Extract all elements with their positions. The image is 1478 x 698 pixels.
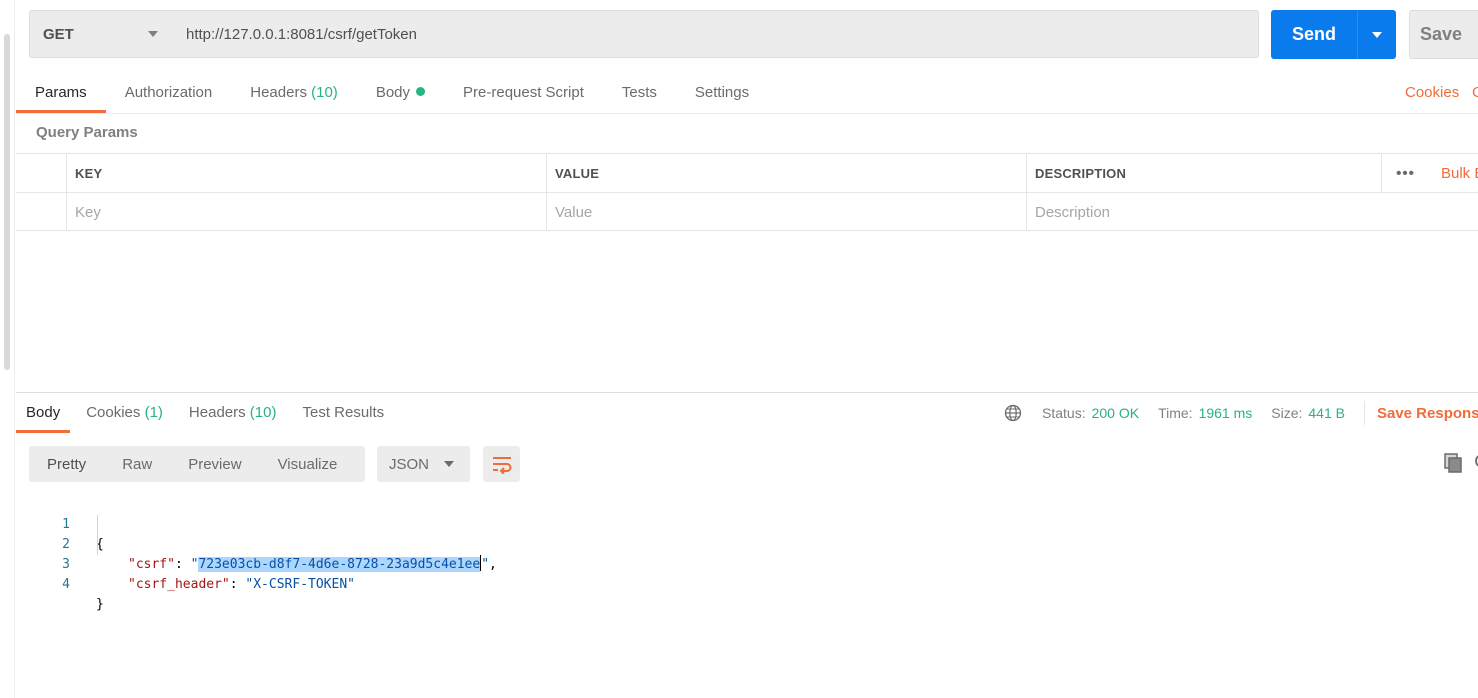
tab-label: Test Results xyxy=(302,404,385,421)
method-label: GET xyxy=(43,25,74,43)
pane-splitter[interactable] xyxy=(16,392,1478,393)
json-quote: " xyxy=(481,557,490,572)
url-text: http://127.0.0.1:8081/csrf/getToken xyxy=(186,25,417,43)
scrollbar-thumb[interactable] xyxy=(4,34,10,370)
tab-tests[interactable]: Tests xyxy=(603,78,676,113)
selected-json-value[interactable]: 723e03cb-d8f7-4d6e-8728-23a9d5c4e1ee xyxy=(198,557,481,572)
language-select[interactable]: JSON xyxy=(377,446,470,482)
key-input[interactable]: Key xyxy=(66,193,546,231)
status-key: Status: xyxy=(1042,405,1086,421)
tabs-divider xyxy=(16,113,1478,114)
column-key-header: KEY xyxy=(66,154,546,192)
response-body-editor[interactable]: 1 { 2 "csrf": "723e03cb-d8f7-4d6e-8728-2… xyxy=(16,495,497,612)
send-button[interactable]: Send xyxy=(1271,10,1396,59)
tab-label: Headers xyxy=(188,404,246,421)
send-dropdown-button[interactable] xyxy=(1358,31,1396,38)
sidebar-divider xyxy=(14,0,15,698)
time-value: 1961 ms xyxy=(1198,405,1253,421)
method-select[interactable]: GET xyxy=(29,10,173,58)
json-colon: : xyxy=(174,557,191,572)
language-label: JSON xyxy=(389,455,430,473)
url-input[interactable]: http://127.0.0.1:8081/csrf/getToken xyxy=(172,10,1259,58)
tab-label: Body xyxy=(375,84,411,101)
bulk-edit-link[interactable]: Bulk E xyxy=(1441,154,1478,192)
code-link[interactable]: C xyxy=(1472,84,1478,101)
tab-pre-request-script[interactable]: Pre-request Script xyxy=(444,78,603,113)
chevron-down-icon xyxy=(148,31,158,37)
size-key: Size: xyxy=(1271,405,1303,421)
response-tab-cookies[interactable]: Cookies (1) xyxy=(76,398,173,433)
tab-label: Authorization xyxy=(124,84,213,101)
format-visualize[interactable]: Visualize xyxy=(260,446,356,482)
tab-settings[interactable]: Settings xyxy=(676,78,768,113)
tab-label: Headers xyxy=(250,84,307,101)
save-label: Save xyxy=(1420,24,1463,44)
json-comma: , xyxy=(489,557,497,572)
table-header-row: KEY VALUE DESCRIPTION ••• Bulk E xyxy=(16,153,1478,192)
wrap-lines-icon xyxy=(492,457,511,474)
value-input[interactable]: Value xyxy=(546,193,1026,231)
code-line: 4 } xyxy=(16,555,104,612)
column-value-header: VALUE xyxy=(546,154,1026,192)
send-divider xyxy=(1357,10,1358,59)
code-line: 3 "csrf_header": "X-CSRF-TOKEN" xyxy=(16,535,355,592)
send-label: Send xyxy=(1291,24,1336,44)
code-text: "csrf": "723e03cb-d8f7-4d6e-8728-23a9d5c… xyxy=(128,555,497,575)
save-button[interactable]: Save xyxy=(1409,10,1478,59)
time-key: Time: xyxy=(1158,405,1193,421)
tab-label: Cookies xyxy=(86,404,141,421)
format-raw[interactable]: Raw xyxy=(104,446,170,482)
body-indicator-dot xyxy=(416,87,426,96)
response-tab-test-results[interactable]: Test Results xyxy=(292,398,394,433)
json-colon: : xyxy=(229,577,246,592)
json-key: "csrf_header" xyxy=(128,577,230,592)
cookies-count: (1) xyxy=(144,404,163,421)
copy-icon[interactable] xyxy=(1443,452,1465,474)
tab-label: Settings xyxy=(694,84,750,101)
table-row: Key Value Description xyxy=(16,192,1478,231)
json-key: "csrf" xyxy=(128,557,175,572)
format-preview[interactable]: Preview xyxy=(170,446,259,482)
indent-guide xyxy=(97,515,98,555)
cookies-link[interactable]: Cookies xyxy=(1405,84,1459,101)
line-number: 4 xyxy=(62,577,70,592)
response-status-bar: Status: 200 OK Time: 1961 ms Size: 441 B… xyxy=(1004,401,1478,425)
status-value: 200 OK xyxy=(1091,405,1140,421)
chevron-down-icon xyxy=(1372,31,1382,38)
tab-body[interactable]: Body xyxy=(357,78,444,113)
size-value: 441 B xyxy=(1308,405,1345,421)
tab-params[interactable]: Params xyxy=(16,78,106,113)
tab-authorization[interactable]: Authorization xyxy=(106,78,232,113)
query-params-table: KEY VALUE DESCRIPTION ••• Bulk E Key Val… xyxy=(16,153,1478,231)
tab-headers[interactable]: Headers (10) xyxy=(231,78,357,113)
search-icon[interactable] xyxy=(1474,452,1478,474)
response-tabs: Body Cookies (1) Headers (10) Test Resul… xyxy=(16,398,400,433)
request-tabs: Params Authorization Headers (10) Body P… xyxy=(16,78,768,113)
globe-icon[interactable] xyxy=(1004,404,1022,422)
format-pretty[interactable]: Pretty xyxy=(29,446,104,482)
headers-count: (10) xyxy=(311,84,338,101)
headers-count: (10) xyxy=(249,404,277,421)
more-options-button[interactable]: ••• xyxy=(1381,154,1429,192)
format-tabs: Pretty Raw Preview Visualize xyxy=(29,446,365,482)
code-line: 1 { xyxy=(16,495,104,552)
status-divider xyxy=(1363,401,1365,425)
code-text: "csrf_header": "X-CSRF-TOKEN" xyxy=(128,575,355,595)
tab-label: Params xyxy=(35,84,87,101)
tab-label: Pre-request Script xyxy=(463,84,584,101)
tab-label: Body xyxy=(26,404,61,421)
tab-label: Tests xyxy=(621,84,657,101)
query-params-title: Query Params xyxy=(36,124,138,141)
save-response-button[interactable]: Save Response xyxy=(1377,405,1478,422)
response-tab-body[interactable]: Body xyxy=(16,398,71,433)
chevron-down-icon xyxy=(444,461,454,467)
description-input[interactable]: Description xyxy=(1026,193,1478,231)
code-text: } xyxy=(96,597,104,612)
left-scrollbar[interactable] xyxy=(3,0,12,698)
wrap-lines-button[interactable] xyxy=(483,446,520,482)
code-line: 2 "csrf": "723e03cb-d8f7-4d6e-8728-23a9d… xyxy=(16,515,497,572)
json-value: "X-CSRF-TOKEN" xyxy=(245,577,355,592)
response-tab-headers[interactable]: Headers (10) xyxy=(179,398,287,433)
